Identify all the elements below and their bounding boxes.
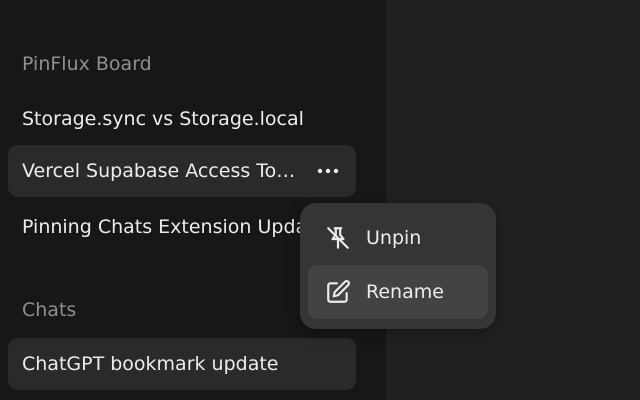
chats-section-label: Chats xyxy=(22,299,77,321)
sidebar: PinFlux Board Storage.sync vs Storage.lo… xyxy=(0,0,386,400)
chat-item-label: ChatGPT bookmark update xyxy=(22,353,279,375)
unpin-icon xyxy=(324,224,352,252)
pinned-item[interactable]: Storage.sync vs Storage.local xyxy=(8,93,356,145)
main-content xyxy=(386,0,640,400)
unpin-label: Unpin xyxy=(366,227,422,249)
pinned-item-active[interactable]: Vercel Supabase Access Tokens xyxy=(8,145,356,197)
more-options-icon[interactable] xyxy=(316,159,340,183)
pinned-item-label: Vercel Supabase Access Tokens xyxy=(22,160,302,182)
edit-icon xyxy=(324,278,352,306)
context-menu: Unpin Rename xyxy=(300,203,496,329)
rename-label: Rename xyxy=(366,281,444,303)
pinned-item-label: Pinning Chats Extension Update xyxy=(22,216,312,238)
pinned-item-label: Storage.sync vs Storage.local xyxy=(22,108,304,130)
pinflux-section-label: PinFlux Board xyxy=(22,53,152,75)
rename-menu-item[interactable]: Rename xyxy=(308,265,488,319)
unpin-menu-item[interactable]: Unpin xyxy=(308,211,488,265)
chat-item[interactable]: ChatGPT bookmark update xyxy=(8,338,356,390)
